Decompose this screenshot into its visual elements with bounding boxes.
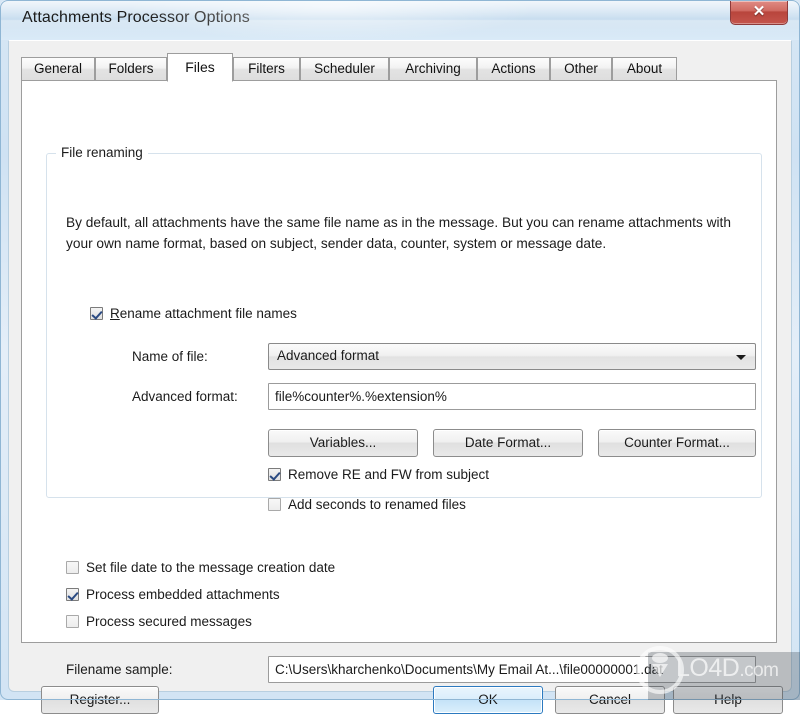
process-secured-messages-checkbox[interactable]: Process secured messages — [66, 611, 252, 631]
name-of-file-combobox[interactable]: Advanced format — [268, 343, 756, 370]
add-seconds-checkbox[interactable]: Add seconds to renamed files — [268, 494, 466, 514]
checkbox-box — [66, 560, 79, 574]
title-bar: Attachments Processor Options ✕ — [0, 0, 800, 42]
register-button[interactable]: Register... — [41, 686, 159, 714]
filename-sample-label: Filename sample: — [66, 662, 173, 677]
tab-page-files: File renaming By default, all attachment… — [21, 80, 777, 683]
filename-sample-input[interactable] — [268, 656, 756, 683]
advanced-format-input[interactable] — [268, 383, 756, 410]
variables-button[interactable]: Variables... — [268, 429, 418, 457]
rename-attachment-file-names-label: Rename attachment file names — [110, 306, 297, 321]
tab-general[interactable]: General — [21, 57, 95, 81]
label-rest: ename attachment file names — [119, 305, 297, 321]
remove-re-fw-checkbox[interactable]: Remove RE and FW from subject — [268, 464, 489, 484]
date-format-button[interactable]: Date Format... — [433, 429, 583, 457]
process-secured-messages-label: Process secured messages — [86, 613, 252, 629]
tab-strip: General Folders Files Filters Scheduler Archi… — [21, 53, 777, 82]
checkbox-box — [268, 467, 281, 481]
set-file-date-checkbox[interactable]: Set file date to the message creation da… — [66, 557, 335, 577]
advanced-format-label: Advanced format: — [132, 389, 238, 404]
name-of-file-value: Advanced format — [277, 348, 380, 363]
close-icon: ✕ — [752, 3, 766, 20]
tab-other[interactable]: Other — [550, 57, 612, 81]
window-title: Attachments Processor Options — [22, 9, 250, 26]
options-dialog-window: Attachments Processor Options ✕ General F… — [0, 0, 800, 714]
process-embedded-attachments-checkbox[interactable]: Process embedded attachments — [66, 584, 280, 604]
file-renaming-group-title: File renaming — [56, 145, 148, 160]
close-button[interactable]: ✕ — [730, 1, 788, 25]
tab-about[interactable]: About — [612, 57, 677, 81]
tab-actions[interactable]: Actions — [477, 57, 550, 81]
accel-letter: R — [110, 305, 120, 321]
add-seconds-label: Add seconds to renamed files — [288, 496, 466, 512]
ok-button[interactable]: OK — [433, 686, 543, 714]
chevron-down-icon — [736, 355, 746, 360]
tab-files[interactable]: Files — [167, 53, 233, 82]
file-renaming-description: By default, all attachments have the sam… — [66, 215, 731, 251]
process-embedded-attachments-label: Process embedded attachments — [86, 586, 280, 602]
checkbox-box — [66, 587, 79, 601]
checkbox-box — [268, 497, 281, 511]
remove-re-fw-label: Remove RE and FW from subject — [288, 466, 490, 482]
rename-attachment-file-names-checkbox[interactable]: Rename attachment file names — [90, 303, 297, 323]
counter-format-button[interactable]: Counter Format... — [598, 429, 756, 457]
tab-filters[interactable]: Filters — [233, 57, 300, 81]
name-of-file-label: Name of file: — [132, 349, 208, 364]
dialog-client-area: General Folders Files Filters Scheduler Archi… — [8, 40, 792, 714]
tab-folders[interactable]: Folders — [95, 57, 167, 81]
help-button[interactable]: Help — [673, 686, 783, 714]
cancel-button[interactable]: Cancel — [555, 686, 665, 714]
tab-scheduler[interactable]: Scheduler — [300, 57, 389, 81]
checkbox-box — [90, 306, 103, 320]
set-file-date-label: Set file date to the message creation da… — [86, 559, 336, 575]
tab-archiving[interactable]: Archiving — [389, 57, 477, 81]
checkbox-box — [66, 614, 79, 628]
